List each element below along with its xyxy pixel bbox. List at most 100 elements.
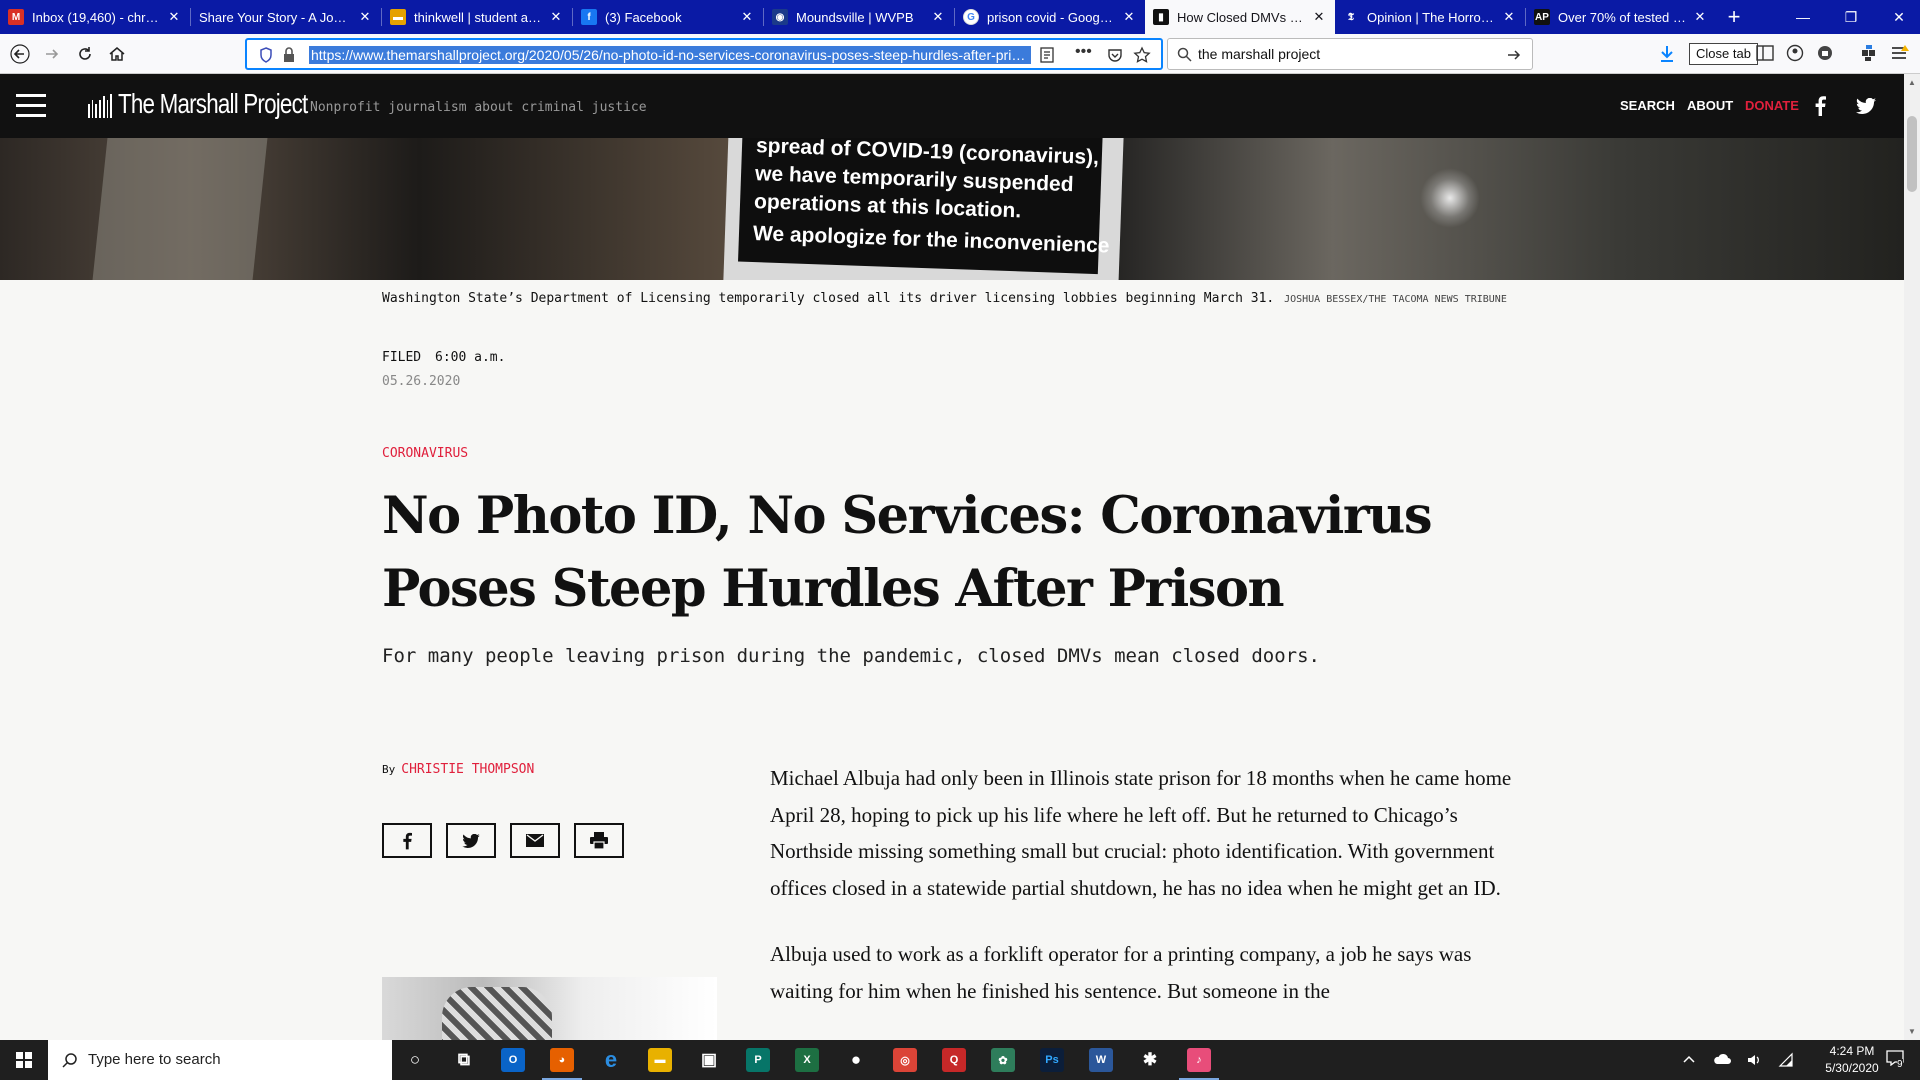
tab-title: How Closed DMVs Make (1177, 9, 1305, 25)
new-tab-button[interactable]: + (1716, 0, 1752, 34)
article-dek: For many people leaving prison during th… (382, 645, 1320, 667)
sidebar-icon[interactable] (1756, 45, 1774, 61)
edge-icon[interactable]: e (599, 1047, 623, 1072)
search-bar[interactable]: the marshall project (1167, 38, 1533, 70)
taskbar-search-placeholder[interactable]: Type here to search (88, 1051, 221, 1068)
browser-tab[interactable]: ▮ How Closed DMVs Make ✕ (1145, 0, 1335, 34)
windows-logo-icon (16, 1052, 32, 1068)
nav-search-link[interactable]: SEARCH (1620, 98, 1675, 113)
tab-title: Moundsville | WVPB (796, 9, 914, 25)
taskbar-clock-time[interactable]: 4:24 PM (1820, 1044, 1884, 1058)
itunes-icon[interactable]: ♪ (1179, 1048, 1219, 1080)
downloads-icon[interactable] (1658, 44, 1676, 64)
tab-close-icon[interactable]: ✕ (1501, 9, 1517, 25)
tab-title: Over 70% of tested inma (1558, 9, 1686, 25)
tab-close-icon[interactable]: ✕ (930, 9, 946, 25)
volume-icon[interactable] (1746, 1052, 1762, 1068)
share-email-button[interactable] (510, 823, 560, 858)
close-tab-button[interactable]: Close tab (1689, 43, 1758, 65)
inline-article-photo[interactable] (382, 977, 717, 1041)
caption-text: Washington State’s Department of Licensi… (382, 291, 1275, 306)
page-scrollbar[interactable]: ▲ ▼ (1904, 74, 1920, 1040)
browser-tab[interactable]: Gprison covid - Google Se ✕ (955, 0, 1145, 34)
extension-icon[interactable] (1816, 44, 1834, 62)
publisher-icon[interactable]: P (746, 1048, 770, 1072)
pocket-icon[interactable] (1107, 47, 1123, 63)
browser-tab[interactable]: f (3) Facebook ✕ (573, 0, 763, 34)
bookmark-star-icon[interactable] (1133, 46, 1151, 64)
print-button[interactable] (574, 823, 624, 858)
action-center-button[interactable]: 9 (1886, 1050, 1908, 1070)
site-tagline: Nonprofit journalism about criminal just… (310, 100, 647, 115)
tab-close-icon[interactable]: ✕ (1121, 9, 1137, 25)
url-text[interactable]: https://www.themarshallproject.org/2020/… (309, 46, 1031, 64)
app-icon[interactable]: ● (844, 1048, 868, 1072)
site-menu-hamburger-icon[interactable] (16, 94, 46, 117)
author-link[interactable]: CHRISTIE THOMPSON (401, 762, 534, 777)
tab-close-icon[interactable]: ✕ (739, 9, 755, 25)
excel-icon[interactable]: X (795, 1048, 819, 1072)
facebook-icon[interactable] (1814, 96, 1826, 116)
filed-label: FILED (382, 350, 422, 365)
outlook-icon[interactable]: O (501, 1048, 525, 1072)
facebook-icon (403, 832, 412, 849)
site-logo[interactable]: The Marshall Project (118, 88, 308, 120)
show-hidden-icons-chevron-icon[interactable] (1683, 1054, 1695, 1064)
word-icon[interactable]: W (1089, 1048, 1113, 1072)
extensions-puzzle-icon[interactable] (1860, 44, 1878, 62)
forward-button[interactable] (38, 40, 66, 68)
start-button[interactable] (0, 1040, 48, 1080)
browser-tab[interactable]: Share Your Story - A Journal ✕ (191, 0, 381, 34)
browser-tab[interactable]: ▬ thinkwell | student area ✕ (382, 0, 572, 34)
home-button[interactable] (103, 40, 131, 68)
tab-close-icon[interactable]: ✕ (1311, 9, 1327, 25)
taskbar-search-box[interactable]: Type here to search (48, 1040, 392, 1080)
scroll-up-arrow-icon[interactable]: ▲ (1908, 78, 1916, 87)
twitter-icon[interactable] (1856, 98, 1876, 114)
share-facebook-button[interactable] (382, 823, 432, 858)
photoshop-icon[interactable]: Ps (1040, 1048, 1064, 1072)
share-twitter-button[interactable] (446, 823, 496, 858)
tab-title: Share Your Story - A Journal (199, 9, 351, 25)
address-bar[interactable]: https://www.themarshallproject.org/2020/… (245, 38, 1163, 70)
browser-tab[interactable]: M Inbox (19,460) - christina ✕ (0, 0, 190, 34)
lock-icon[interactable] (283, 47, 295, 63)
file-explorer-icon[interactable]: ▬ (648, 1048, 672, 1072)
chrome-icon[interactable]: ◎ (893, 1048, 917, 1072)
hero-photo: spread of COVID-19 (coronavirus), we hav… (0, 138, 1904, 280)
filed-time: 6:00 a.m. (435, 350, 506, 365)
tab-close-icon[interactable]: ✕ (166, 9, 182, 25)
nav-donate-link[interactable]: DONATE (1745, 98, 1799, 113)
tab-close-icon[interactable]: ✕ (1692, 9, 1708, 25)
page-actions-ellipsis-icon[interactable]: ••• (1075, 43, 1092, 61)
app-green-icon[interactable]: ✿ (991, 1048, 1015, 1072)
task-view-icon[interactable]: ⧉ (452, 1048, 476, 1072)
slack-icon[interactable]: ✱ (1138, 1048, 1162, 1072)
browser-tab[interactable]: ◉ Moundsville | WVPB ✕ (764, 0, 954, 34)
menu-hamburger-icon[interactable] (1890, 44, 1910, 62)
tab-close-icon[interactable]: ✕ (357, 9, 373, 25)
close-window-button[interactable]: ✕ (1868, 0, 1920, 34)
reload-button[interactable] (71, 40, 99, 68)
browser-tab[interactable]: AP Over 70% of tested inma ✕ (1526, 0, 1716, 34)
tab-close-icon[interactable]: ✕ (548, 9, 564, 25)
search-input-value[interactable]: the marshall project (1198, 46, 1320, 62)
tracking-protection-shield-icon[interactable] (259, 47, 273, 63)
marshall-project-logo-icon[interactable] (88, 94, 113, 118)
scrollbar-thumb[interactable] (1907, 116, 1917, 192)
store-icon[interactable]: ▣ (697, 1048, 721, 1072)
account-icon[interactable] (1786, 44, 1804, 62)
onedrive-cloud-icon[interactable] (1713, 1053, 1731, 1065)
taskbar-clock-date[interactable]: 5/30/2020 (1820, 1061, 1884, 1075)
back-button[interactable] (6, 40, 34, 68)
nav-about-link[interactable]: ABOUT (1687, 98, 1733, 113)
cortana-icon[interactable]: ○ (403, 1048, 427, 1072)
scroll-down-arrow-icon[interactable]: ▼ (1908, 1027, 1916, 1036)
search-go-arrow-icon[interactable] (1506, 47, 1522, 63)
app-red-icon[interactable]: Q (942, 1048, 966, 1072)
firefox-icon[interactable]: ◕ (542, 1048, 582, 1080)
wifi-icon[interactable] (1778, 1052, 1794, 1068)
reader-view-icon[interactable] (1039, 47, 1055, 63)
section-kicker-link[interactable]: CORONAVIRUS (382, 446, 468, 461)
browser-tab[interactable]: 𝕿 Opinion | The Horror of ✕ (1335, 0, 1525, 34)
